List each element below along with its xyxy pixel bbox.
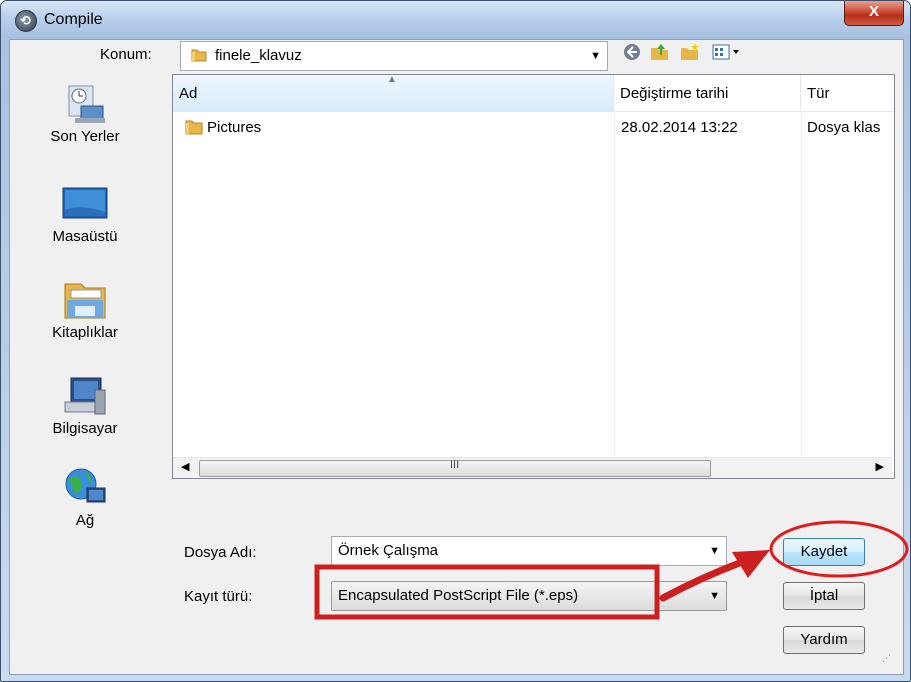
location-combobox[interactable]: finele_klavuz ▼ [180, 41, 608, 71]
place-recent[interactable]: Son Yerler [8, 80, 162, 145]
column-separator [801, 111, 802, 457]
network-icon [61, 464, 109, 508]
column-header-modified[interactable]: Değiştirme tarihi [614, 75, 801, 112]
place-label: Son Yerler [50, 128, 120, 145]
chevron-down-icon[interactable]: ▼ [590, 50, 601, 62]
location-value: finele_klavuz [215, 47, 302, 64]
table-row[interactable]: Pictures 28.02.2014 13:22 Dosya klas [173, 115, 892, 139]
view-menu-icon[interactable] [708, 42, 748, 66]
new-folder-icon[interactable] [678, 42, 702, 66]
file-type: Dosya klas [807, 119, 881, 136]
folder-icon [191, 47, 207, 67]
window-title: Compile [44, 11, 103, 28]
libraries-icon [61, 276, 109, 320]
help-button[interactable]: Yardım [783, 626, 865, 654]
place-label: Ağ [75, 512, 95, 529]
filetype-label: Kayıt türü: [184, 588, 253, 605]
sort-ascending-icon: ▲ [387, 74, 397, 85]
column-header-name[interactable]: Ad ▲ [173, 74, 614, 112]
chevron-down-icon[interactable]: ▼ [709, 590, 720, 602]
resize-grip-icon[interactable]: ⋰ [882, 653, 891, 664]
title-bar[interactable]: ⟲ Compile X [1, 1, 910, 39]
column-header-label: Ad [179, 85, 198, 102]
filetype-value: Encapsulated PostScript File (*.eps) [338, 587, 579, 604]
cancel-button[interactable]: İptal [783, 582, 865, 610]
location-label: Konum: [100, 46, 152, 63]
column-header-label: Tür [807, 85, 830, 102]
app-icon: ⟲ [15, 10, 37, 32]
save-dialog-window: ⟲ Compile X Konum: finele_klavuz ▼ Son Y… [0, 0, 911, 682]
column-header-type[interactable]: Tür [801, 75, 894, 112]
back-icon[interactable] [620, 42, 644, 66]
column-header-label: Değiştirme tarihi [620, 85, 729, 102]
place-network[interactable]: Ağ [8, 464, 162, 529]
desktop-icon [61, 180, 109, 224]
place-computer[interactable]: Bilgisayar [8, 372, 162, 437]
scroll-right-icon[interactable]: ▶ [876, 460, 884, 473]
scroll-left-icon[interactable]: ◀ [181, 460, 189, 473]
dialog-body: Konum: finele_klavuz ▼ Son Yerler Masaüs… [9, 39, 904, 675]
place-label: Kitaplıklar [52, 324, 118, 341]
filename-value: Örnek Çalışma [338, 542, 439, 559]
chevron-down-icon[interactable]: ▼ [709, 545, 720, 557]
scrollbar-thumb[interactable]: III [199, 459, 711, 477]
horizontal-scrollbar[interactable]: ◀ III ▶ [173, 457, 892, 478]
recent-places-icon [61, 80, 109, 124]
file-name: Pictures [207, 119, 262, 136]
filename-label: Dosya Adı: [184, 544, 257, 561]
up-folder-icon[interactable] [648, 42, 672, 66]
computer-icon [61, 372, 109, 416]
filename-combobox[interactable]: Örnek Çalışma ▼ [331, 536, 727, 566]
file-modified: 28.02.2014 13:22 [621, 119, 738, 136]
save-button[interactable]: Kaydet [783, 538, 865, 566]
filetype-combobox[interactable]: Encapsulated PostScript File (*.eps) ▼ [331, 581, 727, 611]
column-separator [614, 111, 615, 457]
place-label: Bilgisayar [52, 420, 118, 437]
close-button[interactable]: X [844, 1, 904, 26]
place-desktop[interactable]: Masaüstü [8, 180, 162, 245]
place-libraries[interactable]: Kitaplıklar [8, 276, 162, 341]
file-list[interactable]: Ad ▲ Değiştirme tarihi Tür Pictures 28.0… [172, 74, 895, 479]
place-label: Masaüstü [52, 228, 118, 245]
folder-icon [185, 119, 203, 139]
places-bar: Son Yerler Masaüstü Kitaplıklar Bilgisay… [8, 72, 162, 552]
